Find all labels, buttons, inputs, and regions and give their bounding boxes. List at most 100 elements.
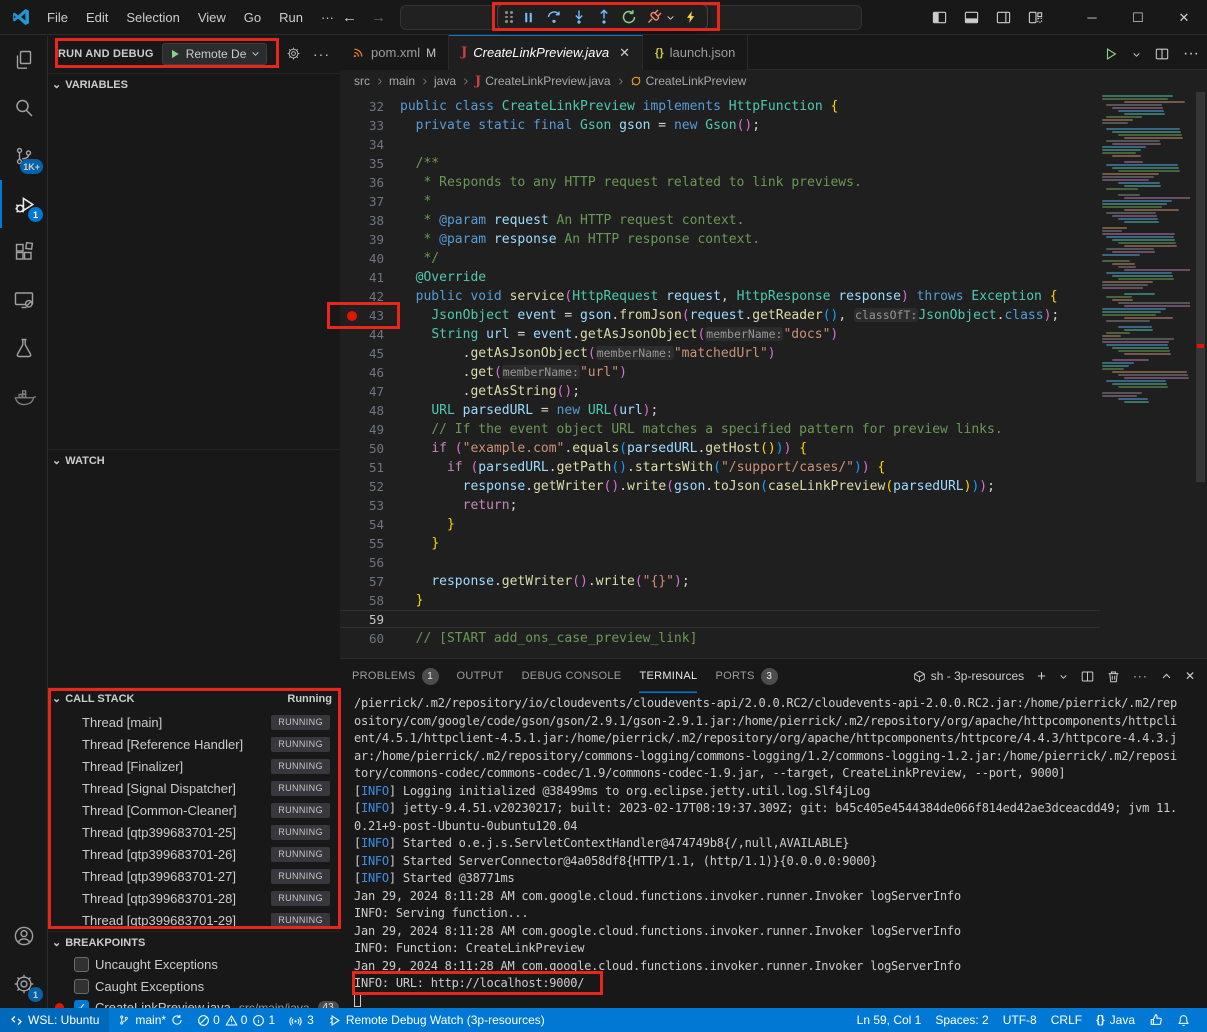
editor-scrollbar[interactable] <box>1190 92 1207 658</box>
code-line[interactable]: 42 public void service(HttpRequest reque… <box>340 287 1207 306</box>
call-stack-thread[interactable]: Thread [qtp399683701-26]RUNNING <box>48 843 340 865</box>
restart-button[interactable] <box>616 6 641 28</box>
gear-icon[interactable] <box>286 46 301 61</box>
watch-section-header[interactable]: ⌄ WATCH <box>48 449 340 471</box>
code-line[interactable]: 60 // [START add_ons_case_preview_link] <box>340 629 1207 648</box>
more-actions-icon[interactable]: ··· <box>313 46 330 62</box>
call-stack-thread[interactable]: Thread [Common-Cleaner]RUNNING <box>48 799 340 821</box>
menu-edit[interactable]: Edit <box>77 6 117 30</box>
activity-run-and-debug[interactable]: 1 <box>0 180 48 228</box>
activity-remote-explorer[interactable] <box>0 276 48 324</box>
launch-config-dropdown[interactable]: Remote De <box>162 43 268 65</box>
breadcrumb-item[interactable]: src <box>354 74 370 88</box>
code-line[interactable]: 54 } <box>340 515 1207 534</box>
call-stack-thread[interactable]: Thread [Reference Handler]RUNNING <box>48 733 340 755</box>
status-problems[interactable]: 001 <box>190 1008 282 1032</box>
call-stack-thread[interactable]: Thread [qtp399683701-29]RUNNING <box>48 909 340 931</box>
status-indentation[interactable]: Spaces: 2 <box>928 1008 995 1032</box>
menu-[interactable]: ··· <box>312 6 343 30</box>
code-line[interactable]: 41 @Override <box>340 268 1207 287</box>
new-terminal-icon[interactable]: + <box>1037 668 1046 685</box>
menu-view[interactable]: View <box>189 6 235 30</box>
code-line[interactable]: 45 .getAsJsonObject(memberName:"matchedU… <box>340 344 1207 363</box>
status-debug-session[interactable]: Remote Debug Watch (3p-resources) <box>321 1008 552 1032</box>
code-line[interactable]: 34 <box>340 135 1207 154</box>
panel-tab-debug-console[interactable]: DEBUG CONSOLE <box>522 659 622 693</box>
panel-tab-terminal[interactable]: TERMINAL <box>639 659 697 693</box>
breakpoints-section-header[interactable]: ⌄ BREAKPOINTS <box>48 931 340 953</box>
code-line[interactable]: 55 } <box>340 534 1207 553</box>
start-debug-icon[interactable] <box>169 48 181 60</box>
code-line[interactable]: 59 <box>340 610 1207 629</box>
close-panel-icon[interactable]: ✕ <box>1185 669 1195 683</box>
terminal-output[interactable]: /pierrick/.m2/repository/io/cloudevents/… <box>354 695 1199 1009</box>
code-line[interactable]: 56 <box>340 553 1207 572</box>
tab-launch-json[interactable]: {}launch.json <box>643 35 748 70</box>
panel-tab-ports[interactable]: PORTS3 <box>715 659 777 693</box>
run-dropdown-icon[interactable] <box>1132 50 1141 59</box>
activity-accounts[interactable] <box>0 912 48 960</box>
step-into-button[interactable] <box>566 6 591 28</box>
back-button[interactable]: ← <box>342 9 357 26</box>
kill-terminal-icon[interactable] <box>1107 670 1120 683</box>
call-stack-section-header[interactable]: ⌄ CALL STACK Running <box>48 687 340 709</box>
code-line[interactable]: 36 * Responds to any HTTP request relate… <box>340 173 1207 192</box>
panel-tab-problems[interactable]: PROBLEMS1 <box>352 659 439 693</box>
disconnect-button[interactable] <box>641 6 666 28</box>
maximize-panel-icon[interactable] <box>1161 671 1172 682</box>
activity-docker[interactable] <box>0 372 48 420</box>
run-file-icon[interactable] <box>1104 47 1118 61</box>
menu-file[interactable]: File <box>38 6 77 30</box>
code-line[interactable]: 49 // If the event object URL matches a … <box>340 420 1207 439</box>
code-line[interactable]: 50 if ("example.com".equals(parsedURL.ge… <box>340 439 1207 458</box>
activity-source-control[interactable]: 1K+ <box>0 132 48 180</box>
status-cursor-position[interactable]: Ln 59, Col 1 <box>850 1008 929 1032</box>
code-line[interactable]: 33 private static final Gson gson = new … <box>340 116 1207 135</box>
call-stack-thread[interactable]: Thread [qtp399683701-25]RUNNING <box>48 821 340 843</box>
breakpoint-row[interactable]: Caught Exceptions <box>48 976 340 997</box>
terminal-profile[interactable]: sh - 3p-resources <box>913 669 1024 683</box>
close-tab-icon[interactable]: ✕ <box>619 45 630 61</box>
breakpoint-row[interactable]: Uncaught Exceptions <box>48 954 340 975</box>
breadcrumb-item[interactable]: CreateLinkPreview <box>630 74 747 88</box>
code-line[interactable]: 53 return; <box>340 496 1207 515</box>
toggle-sidebar-icon[interactable] <box>932 10 947 25</box>
breakpoint-checkbox[interactable] <box>74 979 89 994</box>
code-line[interactable]: 47 .getAsString(); <box>340 382 1207 401</box>
maximize-button[interactable]: ☐ <box>1115 0 1161 35</box>
forward-button[interactable]: → <box>371 9 386 26</box>
menu-run[interactable]: Run <box>270 6 312 30</box>
variables-section-header[interactable]: ⌄ VARIABLES <box>48 73 340 95</box>
breadcrumb-item[interactable]: java <box>434 74 456 88</box>
activity-extensions[interactable] <box>0 228 48 276</box>
customize-layout-icon[interactable] <box>1028 10 1043 25</box>
status-remote-indicator[interactable]: WSL: Ubuntu <box>0 1008 109 1032</box>
code-line[interactable]: 43 JsonObject event = gson.fromJson(requ… <box>340 306 1207 325</box>
call-stack-thread[interactable]: Thread [Signal Dispatcher]RUNNING <box>48 777 340 799</box>
code-line[interactable]: 51 if (parsedURL.getPath().startsWith("/… <box>340 458 1207 477</box>
breadcrumb-item[interactable]: main <box>389 74 415 88</box>
activity-testing[interactable] <box>0 324 48 372</box>
code-line[interactable]: 44 String url = event.getAsJsonObject(me… <box>340 325 1207 344</box>
status-feedback[interactable] <box>1142 1008 1170 1032</box>
code-editor[interactable]: 32public class CreateLinkPreview impleme… <box>340 92 1207 658</box>
activity-explorer[interactable] <box>0 36 48 84</box>
status-ports[interactable]: 3 <box>282 1008 321 1032</box>
code-line[interactable]: 46 .get(memberName:"url") <box>340 363 1207 382</box>
status-encoding[interactable]: UTF-8 <box>996 1008 1044 1032</box>
split-terminal-icon[interactable] <box>1081 670 1094 683</box>
step-out-button[interactable] <box>591 6 616 28</box>
activity-search[interactable] <box>0 84 48 132</box>
panel-more-icon[interactable]: ··· <box>1133 669 1148 683</box>
code-line[interactable]: 38 * @param request An HTTP request cont… <box>340 211 1207 230</box>
code-line[interactable]: 35 /** <box>340 154 1207 173</box>
tab-createlinkpreview-java[interactable]: JCreateLinkPreview.java✕ <box>449 35 643 70</box>
breakpoint-checkbox[interactable]: ✓ <box>74 1000 89 1008</box>
editor-more-icon[interactable]: ··· <box>1183 45 1199 63</box>
breakpoint-row[interactable]: ✓CreateLinkPreview.javasrc/main/java43 <box>48 997 340 1008</box>
code-line[interactable]: 52 response.getWriter().write(gson.toJso… <box>340 477 1207 496</box>
breakpoint-checkbox[interactable] <box>74 957 89 972</box>
terminal-dropdown-icon[interactable] <box>1059 672 1068 681</box>
code-line[interactable]: 57 response.getWriter().write("{}"); <box>340 572 1207 591</box>
minimize-button[interactable]: ─ <box>1069 0 1115 35</box>
